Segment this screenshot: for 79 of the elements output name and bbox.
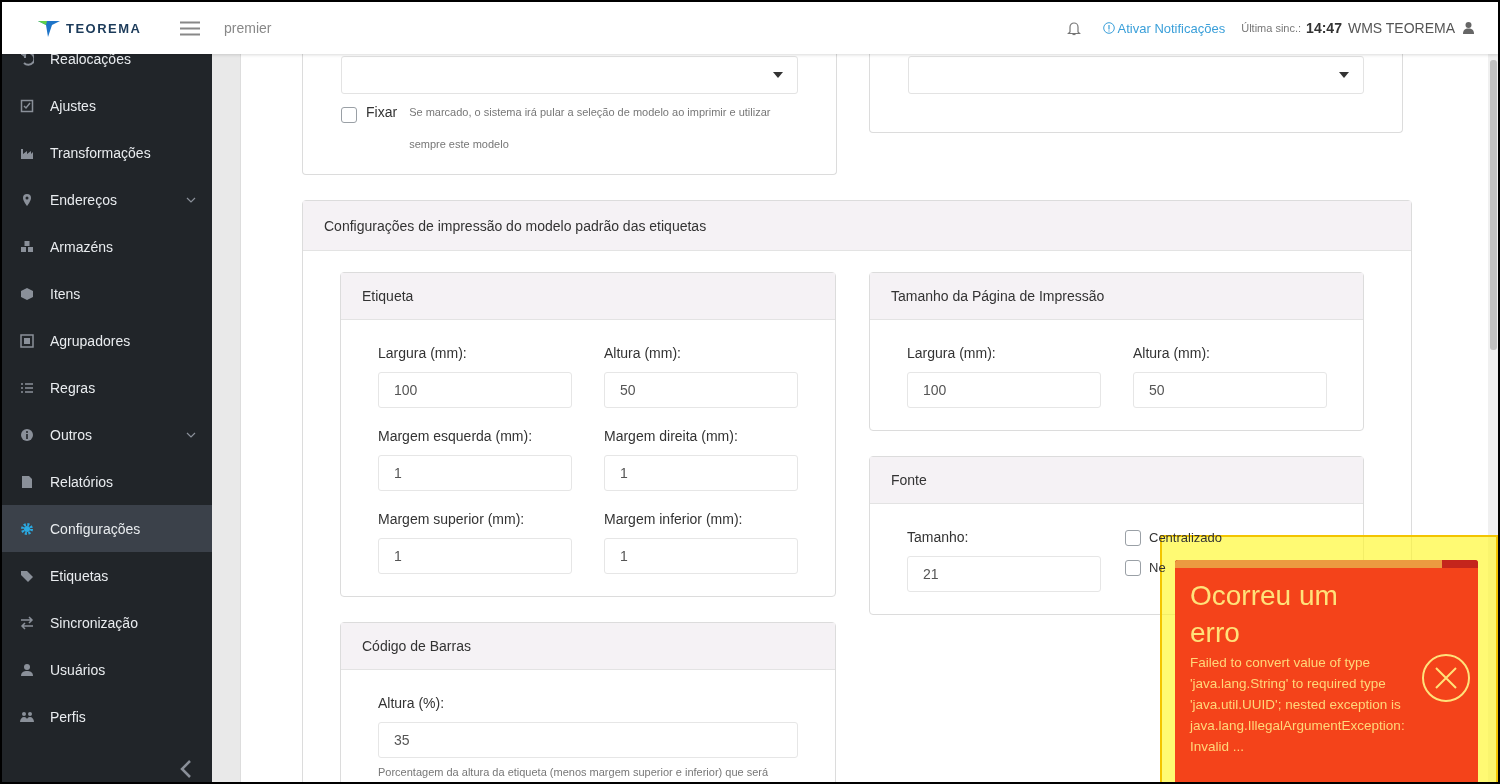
- input-field[interactable]: 1: [604, 455, 798, 491]
- cube-icon: [20, 286, 34, 301]
- card-title: Código de Barras: [362, 638, 471, 654]
- object-group-icon: [20, 333, 34, 348]
- caret-icon: [773, 72, 783, 78]
- sidebar-item[interactable]: Configurações: [2, 505, 212, 552]
- sidebar-item[interactable]: Sincronização: [2, 599, 212, 646]
- input-field[interactable]: 100: [907, 372, 1101, 408]
- sidebar-item[interactable]: Perfis: [2, 693, 212, 740]
- users-icon: [20, 709, 34, 724]
- input-field[interactable]: 100: [378, 372, 572, 408]
- file-icon: [20, 474, 34, 489]
- sidebar-item[interactable]: Itens: [2, 270, 212, 317]
- select-field[interactable]: [341, 56, 798, 94]
- card-title: Fonte: [891, 472, 927, 488]
- field-label: Largura (mm):: [378, 344, 468, 362]
- list-icon: [20, 380, 34, 395]
- checkbox[interactable]: [1125, 529, 1141, 546]
- boxes-icon: [20, 239, 34, 254]
- checkbox-icon: [20, 98, 34, 113]
- exchange-icon: [20, 615, 34, 630]
- input-field[interactable]: 1: [378, 538, 572, 574]
- sync-time: 14:47: [1306, 20, 1342, 36]
- close-icon: [1421, 653, 1471, 703]
- sidebar-item[interactable]: Endereços: [2, 176, 212, 223]
- sidebar-item[interactable]: Armazéns: [2, 223, 212, 270]
- input-field[interactable]: 50: [604, 372, 798, 408]
- logo-icon: [38, 19, 60, 37]
- info-icon: [1102, 22, 1115, 34]
- undo-icon: [20, 51, 34, 66]
- user-icon: [1463, 22, 1474, 34]
- sidebar-item[interactable]: Relatórios: [2, 458, 212, 505]
- sync-label: Última sinc.:: [1241, 22, 1302, 34]
- scrollbar[interactable]: [1488, 54, 1498, 782]
- card-title: Tamanho da Página de Impressão: [891, 288, 1105, 304]
- caret-icon: [1339, 72, 1349, 78]
- sidebar-item[interactable]: Usuários: [2, 646, 212, 693]
- field-label: Altura (mm):: [604, 344, 682, 362]
- input-field[interactable]: 35: [378, 722, 798, 758]
- info-icon: [20, 427, 34, 442]
- checkbox[interactable]: [1125, 559, 1141, 576]
- field-label: Margem inferior (mm):: [604, 510, 744, 528]
- map-pin-icon: [20, 192, 34, 207]
- field-label: Altura (mm):: [1133, 344, 1211, 362]
- user-icon: [20, 662, 34, 677]
- bell-icon: [1066, 20, 1081, 36]
- input-field[interactable]: 21: [907, 556, 1101, 592]
- brand-name: TEOREMA: [66, 20, 142, 36]
- card-title: Configurações de impressão do modelo padrão das etiquetas: [324, 217, 707, 234]
- sidebar-item[interactable]: Outros: [2, 411, 212, 458]
- tag-icon: [20, 568, 34, 583]
- help-text: Porcentagem da altura da etiqueta (menos margem superior e inferior) que será: [378, 766, 770, 778]
- field-label: Largura (mm):: [907, 344, 997, 362]
- sidebar-item[interactable]: Agrupadores: [2, 317, 212, 364]
- field-label: Margem direita (mm):: [604, 427, 739, 445]
- toast-message: Failed to convert value of type 'java.lang.String' to required type 'java.util.UUID'; nested exception is java.lang.IllegalArgumentException: Invalid ...: [1190, 654, 1406, 756]
- user-name: WMS TEOREMA: [1347, 20, 1455, 36]
- field-label: Altura (%):: [378, 694, 446, 712]
- menu-icon: [180, 20, 200, 36]
- checkbox[interactable]: [341, 107, 357, 123]
- field-label: Margem esquerda (mm):: [378, 427, 534, 445]
- input-field[interactable]: 1: [604, 538, 798, 574]
- sidebar-item[interactable]: Regras: [2, 364, 212, 411]
- toast-title: Ocorreu um erro: [1190, 579, 1339, 650]
- scrollbar-thumb[interactable]: [1490, 60, 1497, 350]
- field-label: Margem superior (mm):: [378, 510, 526, 528]
- sidebar-item[interactable]: Transformações: [2, 129, 212, 176]
- sidebar-item[interactable]: Etiquetas: [2, 552, 212, 599]
- input-field[interactable]: 1: [378, 455, 572, 491]
- input-field[interactable]: 50: [1133, 372, 1327, 408]
- settings-icon: [20, 521, 34, 536]
- help-text: Se marcado, o sistema irá pular a seleção de modelo ao imprimir e utilizar sempre este modelo: [409, 105, 772, 152]
- card-title: Etiqueta: [362, 288, 414, 304]
- checkbox-label: Fixar: [366, 103, 398, 122]
- chevron-left-icon: [180, 760, 192, 778]
- sidebar-item[interactable]: Ajustes: [2, 82, 212, 129]
- field-label: Tamanho:: [907, 528, 970, 546]
- workspace-name: premier: [224, 20, 272, 36]
- select-field[interactable]: [908, 56, 1364, 94]
